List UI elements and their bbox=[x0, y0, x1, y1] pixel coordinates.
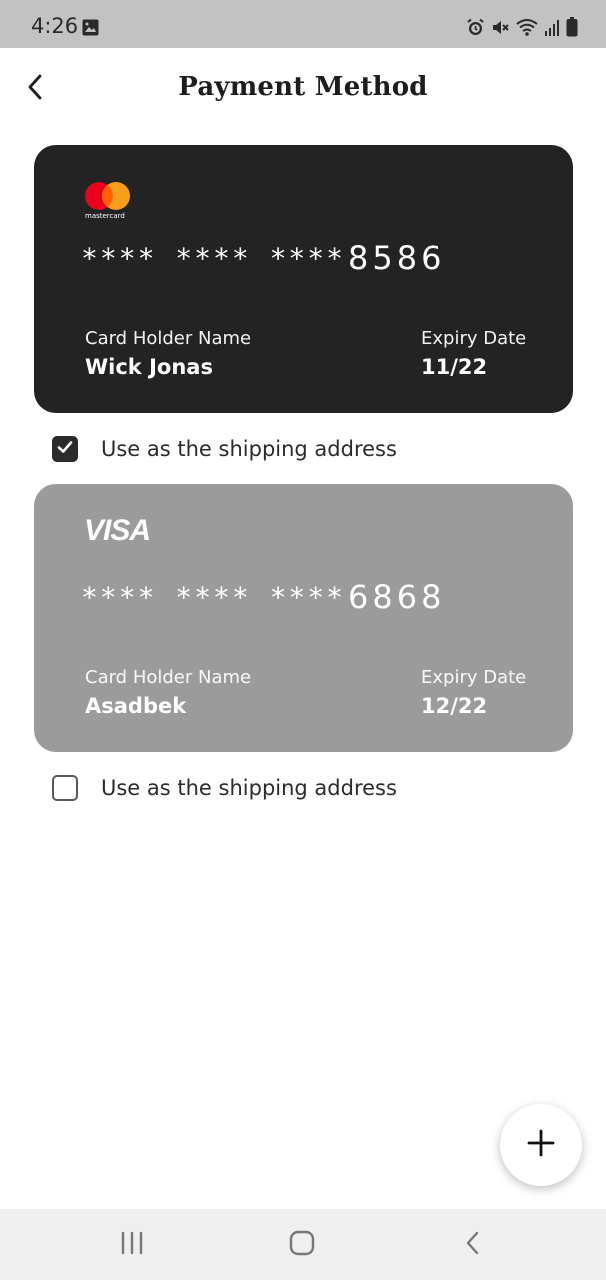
system-back-button[interactable] bbox=[460, 1231, 484, 1259]
status-icons bbox=[466, 16, 578, 38]
system-nav-bar bbox=[0, 1209, 606, 1280]
shipping-checkbox-checked[interactable] bbox=[52, 436, 78, 462]
back-icon bbox=[463, 1230, 481, 1261]
shipping-address-option-2[interactable]: Use as the shipping address bbox=[52, 773, 397, 803]
checkmark-icon bbox=[56, 438, 74, 461]
home-button[interactable] bbox=[287, 1229, 317, 1262]
expiry-label: Expiry Date bbox=[421, 667, 527, 688]
card-holder-name: Wick Jonas bbox=[85, 355, 213, 379]
payment-card-visa[interactable]: VISA **** **** **** 6868 Card Holder Nam… bbox=[34, 484, 573, 752]
card-number-last4: 8586 bbox=[348, 239, 446, 277]
mastercard-wordmark: mastercard bbox=[85, 212, 125, 220]
home-icon bbox=[288, 1229, 316, 1262]
card-holder-label: Card Holder Name bbox=[85, 667, 252, 688]
page-title: Payment Method bbox=[178, 72, 428, 102]
shipping-address-option-1[interactable]: Use as the shipping address bbox=[52, 434, 397, 464]
status-time: 4:26 bbox=[31, 14, 79, 38]
expiry-label: Expiry Date bbox=[421, 328, 527, 349]
wifi-icon bbox=[516, 18, 538, 37]
shipping-label: Use as the shipping address bbox=[101, 776, 397, 800]
payment-card-mastercard[interactable]: mastercard **** **** **** 8586 Card Hold… bbox=[34, 145, 573, 413]
shipping-label: Use as the shipping address bbox=[101, 437, 397, 461]
card-number-last4: 6868 bbox=[348, 578, 446, 616]
mute-icon bbox=[491, 18, 510, 37]
plus-icon bbox=[527, 1129, 555, 1162]
recents-button[interactable] bbox=[118, 1231, 146, 1259]
expiry-date: 12/22 bbox=[421, 694, 488, 718]
card-number-mask: **** **** **** bbox=[81, 581, 346, 614]
card-holder-label: Card Holder Name bbox=[85, 328, 252, 349]
expiry-date: 11/22 bbox=[421, 355, 488, 379]
signal-icon bbox=[544, 18, 560, 37]
status-bar: 4:26 bbox=[0, 0, 606, 48]
visa-logo: VISA bbox=[84, 514, 151, 547]
card-holder-name: Asadbek bbox=[85, 694, 187, 718]
add-card-button[interactable] bbox=[500, 1104, 582, 1186]
mastercard-logo: mastercard bbox=[84, 181, 132, 221]
shipping-checkbox-unchecked[interactable] bbox=[52, 775, 78, 801]
app-header: Payment Method bbox=[0, 48, 606, 130]
image-icon bbox=[82, 19, 99, 36]
alarm-icon bbox=[466, 18, 485, 37]
recents-icon bbox=[119, 1231, 145, 1260]
card-number-mask: **** **** **** bbox=[81, 242, 346, 275]
battery-icon bbox=[566, 17, 578, 37]
